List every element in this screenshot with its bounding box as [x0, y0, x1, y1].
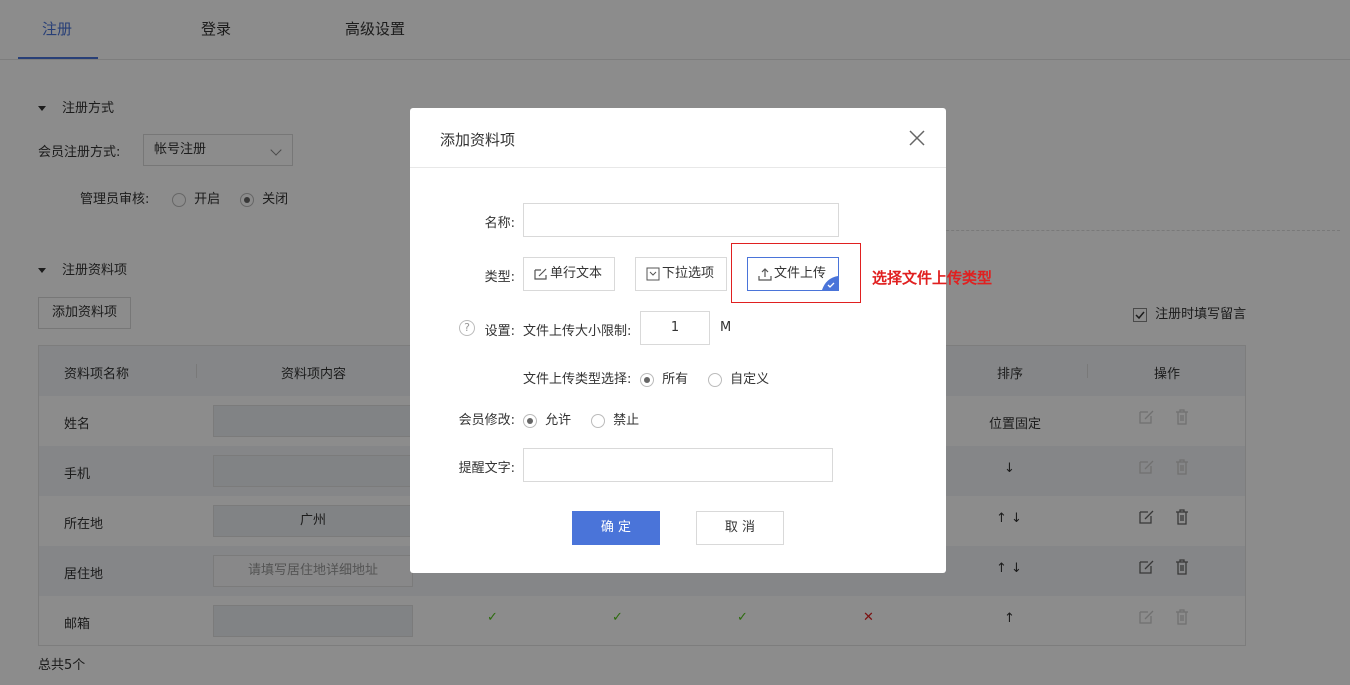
dialog-title: 添加资料项: [440, 131, 516, 149]
name-input[interactable]: [523, 203, 839, 237]
dialog-header: 添加资料项: [410, 108, 946, 168]
member-edit-allow-label: 允许: [545, 413, 572, 428]
member-edit-forbid-option[interactable]: 禁止: [591, 409, 639, 428]
settings-label: 设置:: [484, 324, 515, 339]
filetype-all-option[interactable]: 所有: [640, 368, 688, 387]
filetype-custom-option[interactable]: 自定义: [708, 368, 769, 387]
filetype-custom-label: 自定义: [730, 372, 770, 387]
name-label: 名称:: [484, 216, 515, 231]
type-label: 类型:: [484, 270, 515, 285]
type-dropdown-label: 下拉选项: [662, 266, 715, 281]
size-unit: M: [720, 320, 732, 335]
size-limit-label: 文件上传大小限制:: [523, 324, 632, 339]
cancel-button[interactable]: 取 消: [696, 511, 784, 545]
size-limit-input[interactable]: 1: [640, 311, 710, 345]
radio-checked-icon[interactable]: [640, 372, 654, 387]
member-edit-label: 会员修改:: [458, 413, 515, 428]
annotation-box: [731, 243, 861, 303]
radio-icon[interactable]: [708, 372, 722, 387]
member-edit-allow-option[interactable]: 允许: [523, 409, 571, 428]
radio-checked-icon[interactable]: [523, 413, 537, 428]
confirm-button[interactable]: 确 定: [572, 511, 660, 545]
hint-input[interactable]: [523, 448, 833, 482]
type-single-text-label: 单行文本: [550, 266, 603, 281]
filetype-all-label: 所有: [662, 372, 689, 387]
type-dropdown-button[interactable]: 下拉选项: [635, 257, 727, 291]
close-icon[interactable]: [909, 130, 925, 146]
dropdown-icon: [646, 267, 660, 280]
radio-icon[interactable]: [591, 413, 605, 428]
help-icon[interactable]: ?: [459, 320, 475, 336]
add-item-dialog: 添加资料项 名称: 类型: 单行文本 下拉选项 文件上传 ? 设置: 文件上传大…: [410, 108, 946, 573]
type-single-text-button[interactable]: 单行文本: [523, 257, 615, 291]
filetype-label: 文件上传类型选择:: [523, 372, 632, 387]
edit-text-icon: [534, 268, 547, 280]
member-edit-forbid-label: 禁止: [613, 413, 640, 428]
hint-label: 提醒文字:: [458, 461, 515, 476]
annotation-text: 选择文件上传类型: [872, 269, 993, 287]
